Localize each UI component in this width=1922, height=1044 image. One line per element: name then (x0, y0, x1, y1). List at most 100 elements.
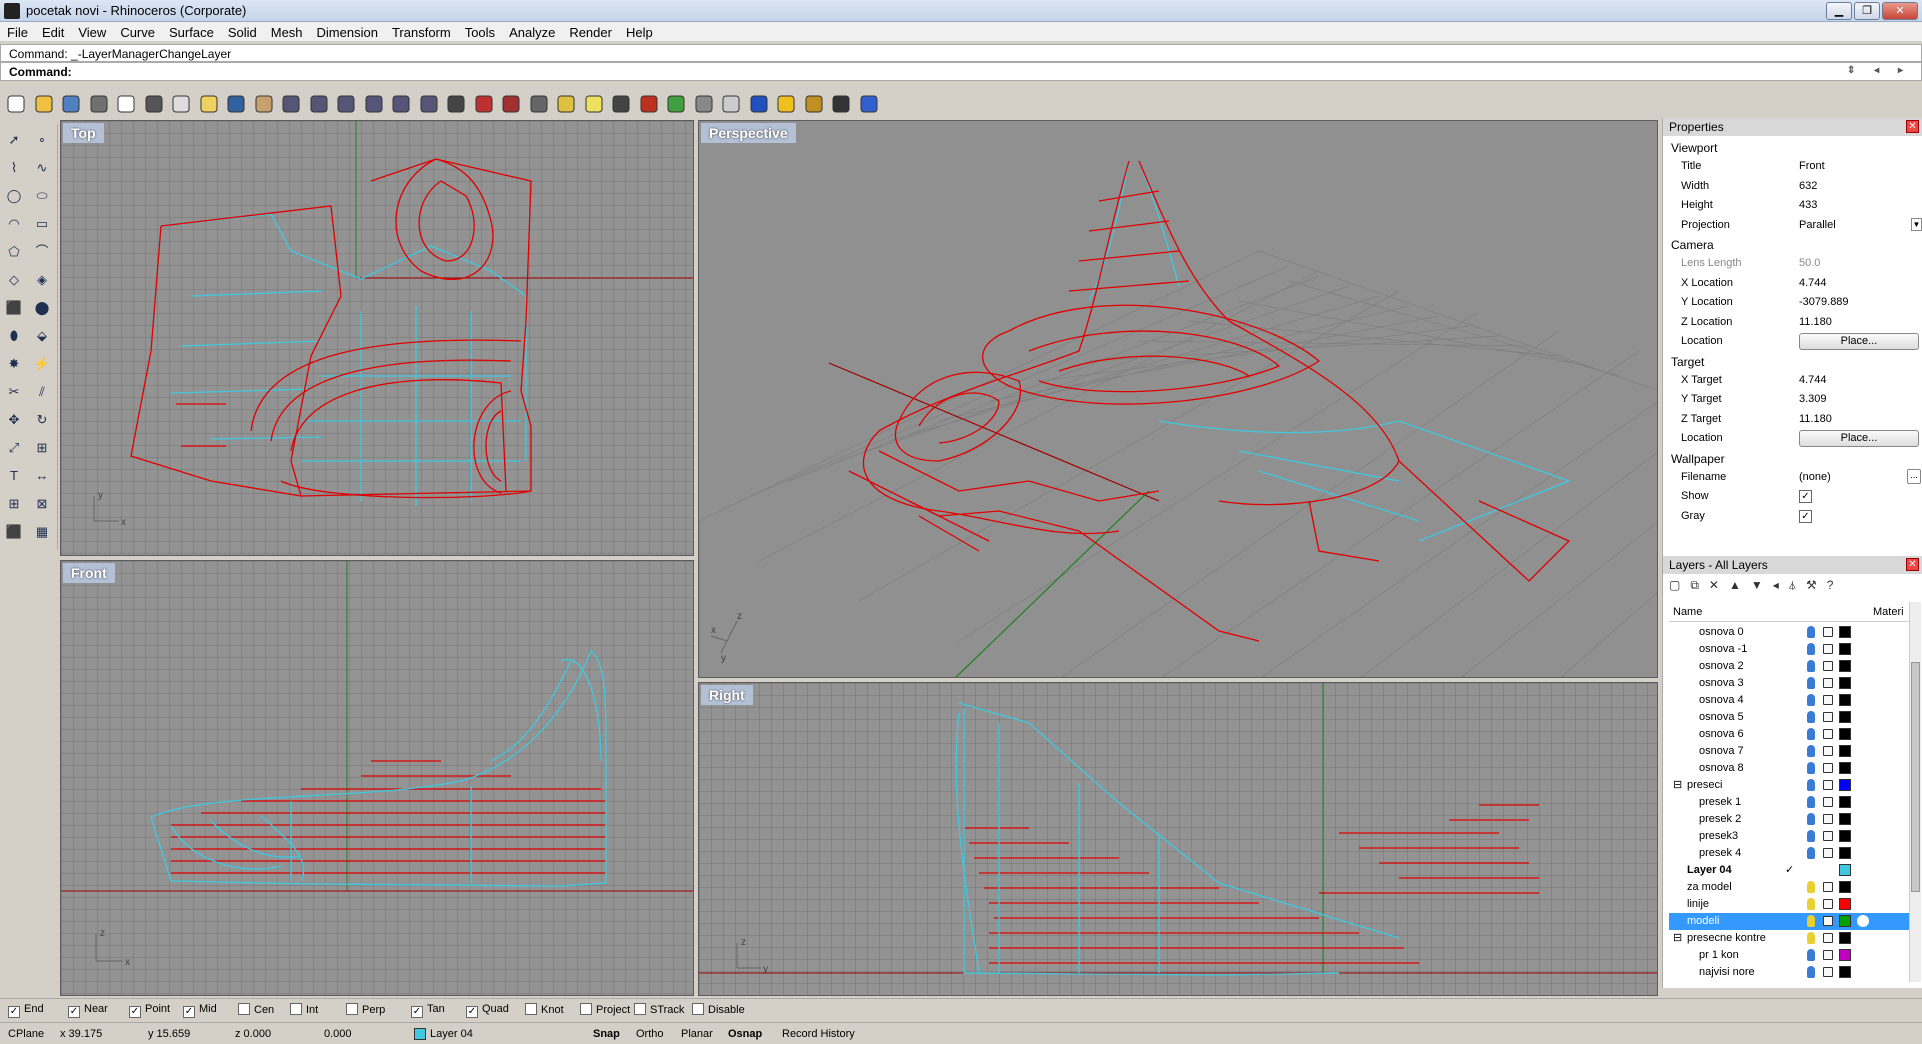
layer-material-icon[interactable] (1857, 762, 1869, 774)
layer-visible-icon[interactable] (1807, 847, 1815, 859)
osnap-perp[interactable]: Perp (346, 1003, 385, 1016)
viewport-perspective[interactable]: Perspective z x y (698, 120, 1658, 678)
layer-visible-icon[interactable] (1807, 711, 1815, 723)
osnap-tan[interactable]: ✓ Tan (411, 1003, 445, 1018)
layer-row[interactable]: presek 4 (1669, 845, 1909, 862)
explode-icon[interactable]: ✸ (4, 354, 24, 374)
rotate-view-icon[interactable] (279, 92, 303, 116)
rectangle-icon[interactable]: ▭ (32, 214, 52, 234)
layer-material-icon[interactable] (1857, 949, 1869, 961)
layer-row[interactable]: osnova -1 (1669, 641, 1909, 658)
layer-name[interactable]: osnova 2 (1699, 660, 1744, 672)
layer-material-icon[interactable] (1857, 660, 1869, 672)
osnap-project[interactable]: Project (580, 1003, 630, 1016)
car-wire-icon[interactable] (499, 92, 523, 116)
layer-material-icon[interactable] (1857, 847, 1869, 859)
layer-lock-icon[interactable] (1823, 780, 1833, 790)
layer-name[interactable]: presek 2 (1699, 813, 1741, 825)
layer-lock-icon[interactable] (1823, 899, 1833, 909)
dimension-icon[interactable]: ↔ (32, 466, 52, 486)
x-target-value[interactable]: 4.744 (1799, 374, 1913, 391)
layer-row[interactable]: osnova 6 (1669, 726, 1909, 743)
layer-visible-icon[interactable] (1807, 898, 1815, 910)
move-parent-icon[interactable]: ◂ (1773, 578, 1789, 592)
collapse-icon[interactable]: ⊟ (1673, 778, 1682, 791)
layer-material-icon[interactable] (1857, 881, 1869, 893)
layer-row[interactable]: Layer 04 ✓ (1669, 862, 1909, 879)
layer-material-icon[interactable] (1857, 779, 1869, 791)
menu-file[interactable]: File (0, 22, 35, 40)
menu-surface[interactable]: Surface (162, 22, 221, 40)
osnap-point[interactable]: ✓ Point (129, 1003, 170, 1018)
layer-color-swatch[interactable] (1839, 745, 1851, 757)
status-record-history[interactable]: Record History (782, 1028, 855, 1040)
osnap-cen[interactable]: Cen (238, 1003, 274, 1016)
camera-icon[interactable] (527, 92, 551, 116)
layer-material-icon[interactable] (1857, 677, 1869, 689)
color-wheel-icon[interactable] (664, 92, 688, 116)
filename-value[interactable]: (none) (1799, 471, 1913, 488)
layer-material-icon[interactable] (1857, 728, 1869, 740)
layer-lock-icon[interactable] (1823, 797, 1833, 807)
layer-row[interactable]: ⊟ preseci (1669, 777, 1909, 794)
flag-icon[interactable] (774, 92, 798, 116)
status-ortho[interactable]: Ortho (636, 1028, 664, 1040)
layer-lock-icon[interactable] (1823, 729, 1833, 739)
block-icon[interactable]: ⊠ (32, 494, 52, 514)
import-icon[interactable] (114, 92, 138, 116)
join-icon[interactable]: ⚡ (32, 354, 52, 374)
osnap-mid[interactable]: ✓ Mid (183, 1003, 217, 1018)
layer-color-swatch[interactable] (1839, 898, 1851, 910)
four-viewports-icon[interactable] (444, 92, 468, 116)
arc-icon[interactable]: ◠ (4, 214, 24, 234)
layer-name[interactable]: pr 1 kon (1699, 949, 1739, 961)
shade-icon[interactable] (637, 92, 661, 116)
layer-lock-icon[interactable] (1823, 967, 1833, 977)
new-sublayer-icon[interactable]: ⧉ (1690, 578, 1709, 592)
scale-icon[interactable]: ⤢ (4, 438, 24, 458)
layer-visible-icon[interactable] (1807, 643, 1815, 655)
new-icon[interactable] (4, 92, 28, 116)
copy-icon[interactable] (169, 92, 193, 116)
layer-color-swatch[interactable] (1839, 779, 1851, 791)
bulb-icon[interactable] (582, 92, 606, 116)
layer-row[interactable]: za model (1669, 879, 1909, 896)
chevron-down-icon[interactable]: ▼ (1911, 217, 1922, 231)
layer-visible-icon[interactable] (1807, 949, 1815, 961)
layer-material-icon[interactable] (1857, 745, 1869, 757)
layer-name[interactable]: osnova -1 (1699, 643, 1747, 655)
command-line[interactable]: Command: ⇕ ◂ ▸ (0, 62, 1922, 81)
layer-lock-icon[interactable] (1823, 916, 1833, 926)
viewport-front[interactable]: Front z x (60, 560, 694, 996)
layer-color-swatch[interactable] (1839, 694, 1851, 706)
layer-color-swatch[interactable] (1839, 677, 1851, 689)
zoom-window-icon[interactable] (334, 92, 358, 116)
layer-name[interactable]: linije (1687, 898, 1709, 910)
status-snap[interactable]: Snap (593, 1028, 620, 1040)
grid-snap-icon[interactable]: ⊞ (4, 494, 24, 514)
layer-name[interactable]: za model (1687, 881, 1732, 893)
move-down-icon[interactable]: ▼ (1751, 578, 1773, 592)
status-cplane[interactable]: CPlane (8, 1028, 44, 1040)
layer-name[interactable]: preseci (1687, 779, 1722, 791)
layer-row[interactable]: osnova 8 (1669, 760, 1909, 777)
width-value[interactable]: 632 (1799, 180, 1913, 197)
menu-edit[interactable]: Edit (35, 22, 71, 40)
y-target-value[interactable]: 3.309 (1799, 393, 1913, 410)
viewport-title-front[interactable]: Front (63, 563, 115, 583)
layer-visible-icon[interactable] (1807, 813, 1815, 825)
layer-lock-icon[interactable] (1823, 814, 1833, 824)
layer-row[interactable]: osnova 7 (1669, 743, 1909, 760)
layer-material-icon[interactable] (1857, 864, 1869, 876)
menu-curve[interactable]: Curve (113, 22, 162, 40)
layer-row[interactable]: presek3 (1669, 828, 1909, 845)
move-icon[interactable]: ✥ (4, 410, 24, 430)
menu-solid[interactable]: Solid (221, 22, 264, 40)
zoom-extents-icon[interactable] (362, 92, 386, 116)
layer-color-swatch[interactable] (1839, 949, 1851, 961)
trim-icon[interactable]: ✂ (4, 382, 24, 402)
layer-lock-icon[interactable] (1823, 763, 1833, 773)
open-icon[interactable] (32, 92, 56, 116)
layer-color-swatch[interactable] (1839, 626, 1851, 638)
cut-icon[interactable] (142, 92, 166, 116)
